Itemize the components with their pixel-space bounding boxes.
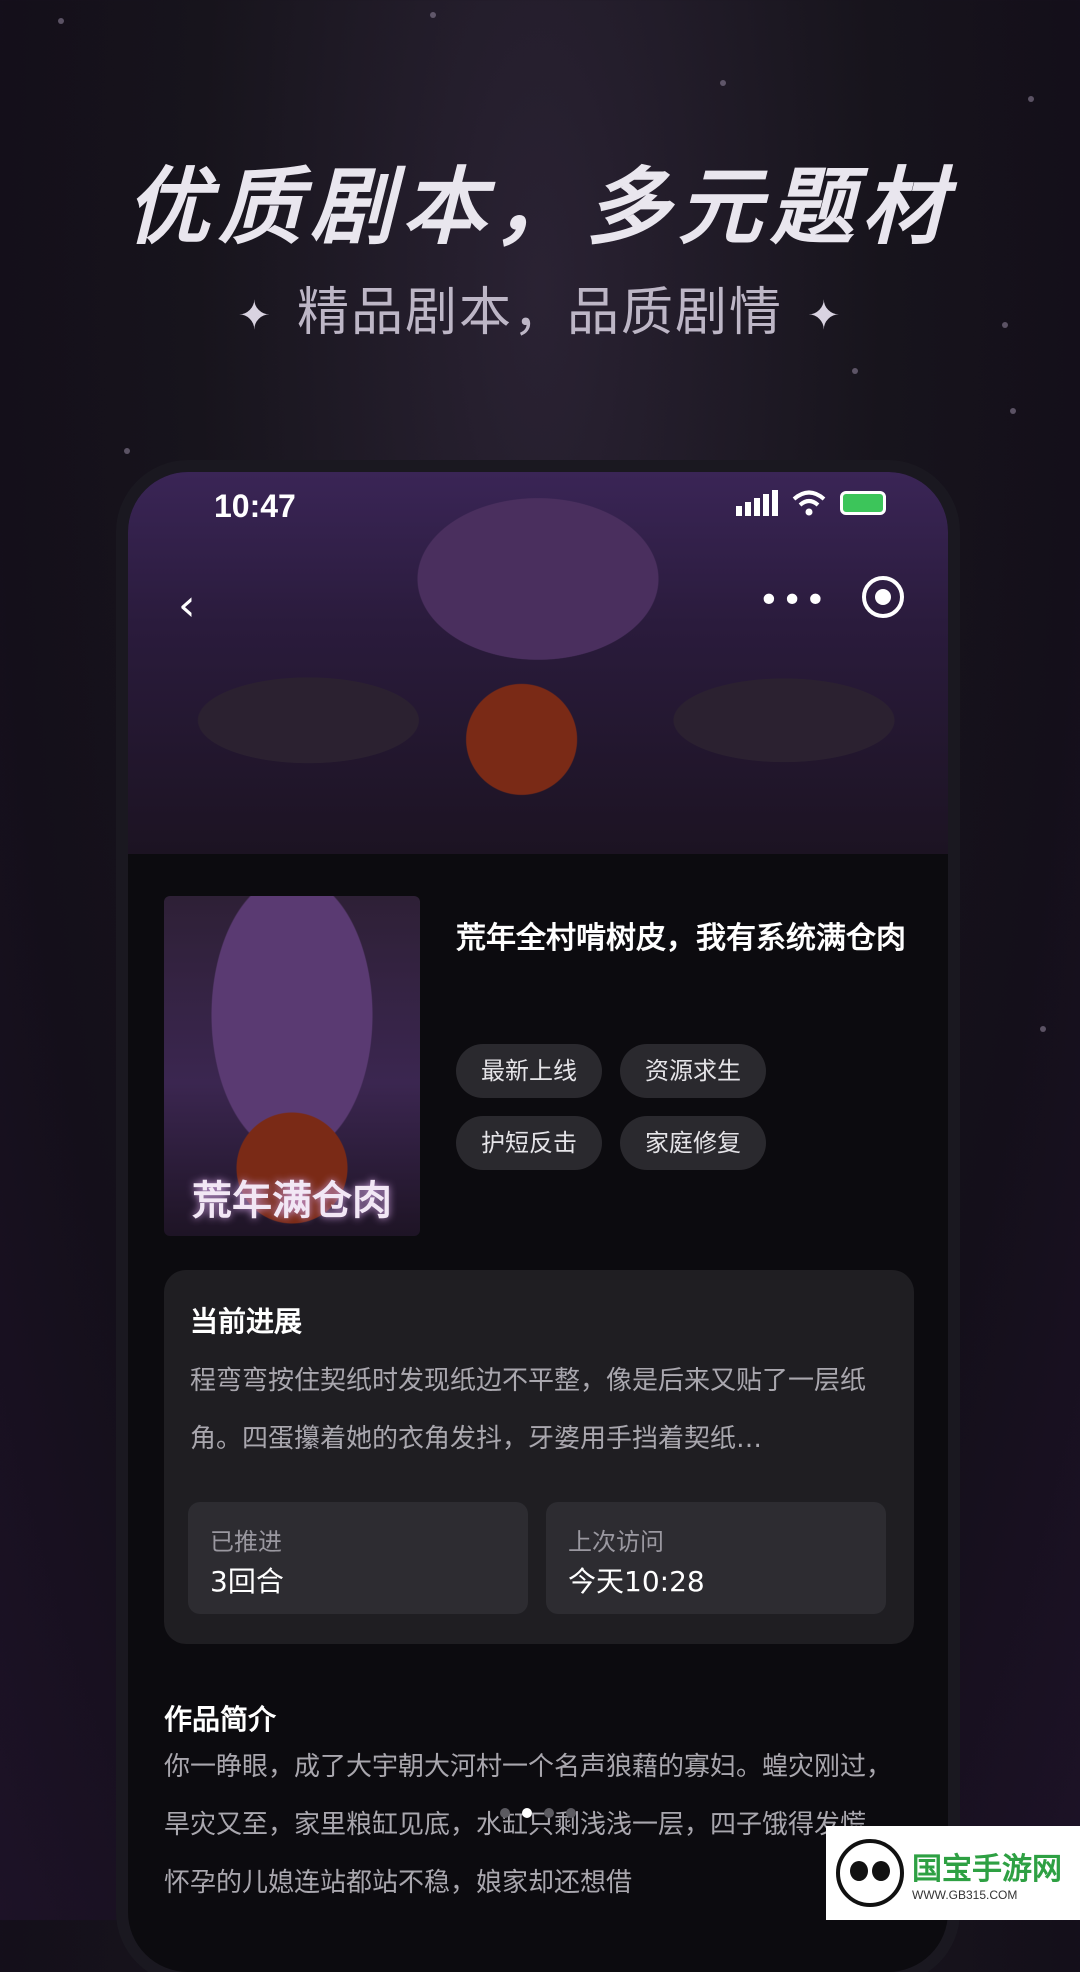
book-title: 荒年全村啃树皮，我有系统满仓肉 bbox=[456, 921, 906, 956]
intro-title: 作品简介 bbox=[164, 1703, 277, 1736]
carousel-dot[interactable] bbox=[566, 1808, 576, 1818]
last-visit-value: 今天10:28 bbox=[568, 1565, 705, 1598]
star-decoration bbox=[58, 18, 64, 24]
watermark-text: 国宝手游网 WWW.GB315.COM bbox=[912, 1844, 1062, 1902]
progress-card[interactable]: 当前进展 程弯弯按住契纸时发现纸边不平整，像是后来又贴了一层纸角。四蛋攥着她的衣… bbox=[164, 1270, 914, 1644]
star-decoration bbox=[1010, 408, 1016, 414]
watermark-main: 国宝手游网 bbox=[912, 1853, 1062, 1886]
tag-item[interactable]: 家庭修复 bbox=[620, 1116, 766, 1170]
promo-headline: 优质剧本，多元题材 bbox=[125, 158, 954, 256]
wifi-icon bbox=[792, 490, 826, 516]
status-time: 10:47 bbox=[214, 488, 296, 524]
phone-frame: 10:47 ‹ ••• 荒年满仓肉 荒年全村啃树皮，我有系统满仓肉 最新上线 资… bbox=[128, 472, 948, 1972]
progress-title: 当前进展 bbox=[190, 1305, 303, 1338]
star-decoration bbox=[1040, 1026, 1046, 1032]
carousel-indicator bbox=[128, 1808, 948, 1818]
site-watermark: 国宝手游网 WWW.GB315.COM bbox=[826, 1826, 1080, 1920]
intro-text: 你一睁眼，成了大宇朝大河村一个名声狼藉的寡妇。蝗灾刚过，旱灾又至，家里粮缸见底，… bbox=[164, 1752, 893, 1898]
advanced-stat: 已推进 3回合 bbox=[188, 1502, 528, 1614]
signal-icon bbox=[736, 490, 778, 516]
promo-subline-text: 精品剧本，品质剧情 bbox=[296, 283, 783, 343]
battery-charging-icon bbox=[840, 491, 886, 515]
advanced-label: 已推进 bbox=[210, 1528, 282, 1556]
carousel-dot[interactable] bbox=[500, 1808, 510, 1818]
back-button[interactable]: ‹ bbox=[178, 580, 196, 631]
sparkle-icon: ✦ bbox=[807, 293, 843, 339]
more-button[interactable]: ••• bbox=[758, 580, 828, 621]
star-decoration bbox=[852, 368, 858, 374]
panda-logo-icon bbox=[836, 1839, 904, 1907]
tag-list: 最新上线 资源求生 护短反击 家庭修复 bbox=[456, 1044, 796, 1170]
sparkle-icon: ✦ bbox=[237, 293, 273, 339]
book-cover[interactable]: 荒年满仓肉 bbox=[164, 896, 420, 1236]
star-decoration bbox=[124, 448, 130, 454]
carousel-dot[interactable] bbox=[544, 1808, 554, 1818]
status-icons bbox=[736, 490, 886, 516]
tag-item[interactable]: 护短反击 bbox=[456, 1116, 602, 1170]
advanced-value: 3回合 bbox=[210, 1565, 284, 1598]
carousel-dot-active[interactable] bbox=[522, 1808, 532, 1818]
star-decoration bbox=[720, 80, 726, 86]
progress-text: 程弯弯按住契纸时发现纸边不平整，像是后来又贴了一层纸角。四蛋攥着她的衣角发抖，牙… bbox=[190, 1366, 867, 1454]
star-decoration bbox=[430, 12, 436, 18]
watermark-sub: WWW.GB315.COM bbox=[912, 1888, 1018, 1902]
close-miniapp-button[interactable] bbox=[862, 576, 904, 618]
star-decoration bbox=[1028, 96, 1034, 102]
tag-item[interactable]: 最新上线 bbox=[456, 1044, 602, 1098]
last-visit-stat: 上次访问 今天10:28 bbox=[546, 1502, 886, 1614]
cover-title: 荒年满仓肉 bbox=[192, 1177, 392, 1224]
last-visit-label: 上次访问 bbox=[568, 1528, 664, 1556]
hero-banner-image bbox=[128, 472, 948, 854]
promo-subline: ✦ 精品剧本，品质剧情 ✦ bbox=[0, 270, 1080, 345]
tag-item[interactable]: 资源求生 bbox=[620, 1044, 766, 1098]
